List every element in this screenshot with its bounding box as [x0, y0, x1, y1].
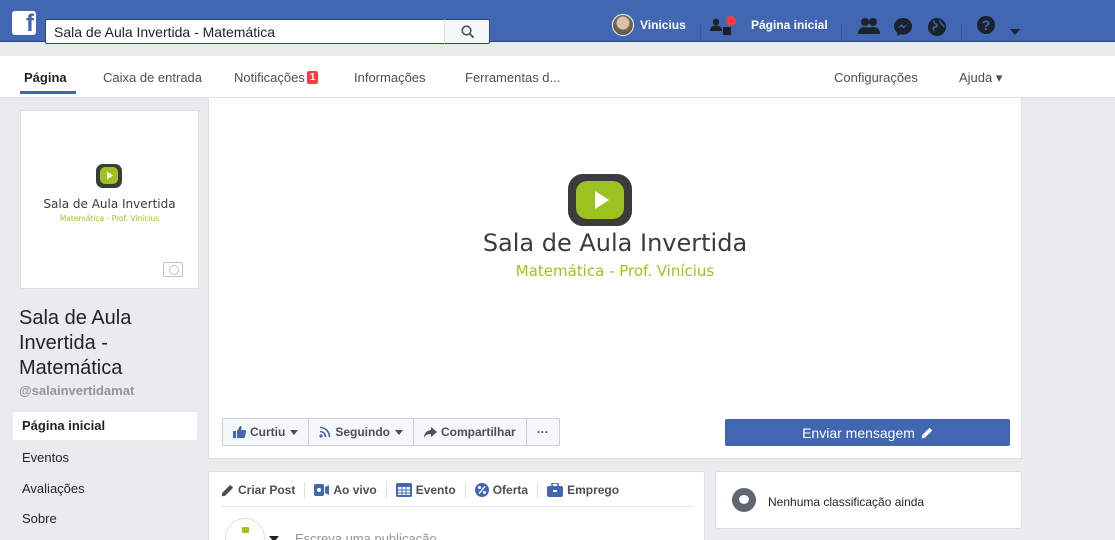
- play-screen-logo-icon: [96, 164, 122, 188]
- rating-card: Nenhuma classificação ainda: [715, 471, 1022, 529]
- tab-notificacoes-label: Notificações: [234, 70, 305, 85]
- page-actions: Curtiu Seguindo Compartilhar ···: [222, 418, 560, 446]
- tab-notificacoes[interactable]: Notificações 1: [234, 70, 319, 85]
- sidebar-item-sobre[interactable]: Sobre: [13, 505, 197, 533]
- user-name: Vinicius: [640, 18, 686, 32]
- tab-caixa-de-entrada[interactable]: Caixa de entrada: [103, 70, 202, 85]
- messenger-icon[interactable]: [893, 17, 913, 37]
- offer-tab[interactable]: Oferta: [474, 483, 529, 497]
- chevron-down-icon: [395, 429, 403, 435]
- share-label: Compartilhar: [441, 425, 516, 439]
- tab-ajuda[interactable]: Ajuda ▾: [959, 70, 1002, 86]
- logo-title: Sala de Aula Invertida: [43, 197, 176, 211]
- divider: [700, 24, 701, 42]
- page-tab-bar: Página Caixa de entrada Notificações 1 In…: [0, 56, 1115, 98]
- account-menu-chevron-down-icon[interactable]: [1010, 29, 1020, 35]
- more-options-button[interactable]: ···: [525, 418, 560, 446]
- tab-ferramentas[interactable]: Ferramentas d...: [465, 70, 560, 85]
- notification-dot: [725, 15, 737, 27]
- post-composer: Criar Post Ao vivo Evento Oferta Emprego…: [208, 471, 705, 540]
- divider: [221, 506, 694, 507]
- cover-logo-subtitle: Matemática - Prof. Vinícius: [515, 262, 715, 280]
- share-arrow-icon: [424, 426, 437, 438]
- logo-subtitle: Matemática - Prof. Vinícius: [59, 214, 160, 223]
- thumbs-up-icon: [233, 426, 246, 438]
- job-tab[interactable]: Emprego: [547, 483, 619, 497]
- chevron-down-icon[interactable]: [269, 536, 279, 540]
- liked-button[interactable]: Curtiu: [222, 418, 309, 446]
- post-input[interactable]: Escreva uma publicação...: [295, 531, 447, 540]
- search-field[interactable]: [45, 19, 444, 44]
- live-video-label: Ao vivo: [333, 483, 377, 497]
- calendar-icon: [395, 483, 412, 497]
- friend-requests-icon[interactable]: [858, 17, 880, 35]
- offer-percent-icon: [474, 483, 489, 497]
- review-bubble-icon: [732, 488, 756, 512]
- divider: [841, 24, 842, 42]
- avatar: [612, 14, 634, 36]
- event-tab[interactable]: Evento: [395, 483, 456, 497]
- active-tab-indicator: [20, 91, 76, 94]
- more-label: ···: [536, 425, 549, 439]
- facebook-logo-icon[interactable]: f: [12, 11, 36, 35]
- user-profile-link[interactable]: Vinicius: [612, 13, 686, 37]
- cover-logo-title: Sala de Aula Invertida: [482, 229, 748, 257]
- job-label: Emprego: [567, 483, 620, 497]
- create-post-label: Criar Post: [238, 483, 296, 497]
- tab-configuracoes[interactable]: Configurações: [834, 70, 918, 85]
- live-video-icon: [314, 484, 330, 496]
- divider: [464, 482, 466, 498]
- home-link[interactable]: Página inicial: [751, 18, 828, 32]
- live-video-tab[interactable]: Ao vivo: [314, 483, 377, 497]
- camera-icon[interactable]: [163, 262, 183, 277]
- search-button[interactable]: [444, 19, 490, 44]
- following-button[interactable]: Seguindo: [308, 418, 413, 446]
- page-title: Sala de Aula Invertida - Matemática: [19, 307, 132, 379]
- send-message-label: Enviar mensagem: [802, 424, 915, 441]
- offer-label: Oferta: [492, 483, 529, 497]
- no-ratings-text: Nenhuma classificação ainda: [768, 495, 925, 509]
- liked-label: Curtiu: [250, 425, 286, 439]
- sidebar-item-avaliacoes[interactable]: Avaliações: [13, 475, 197, 503]
- globe-notifications-icon[interactable]: [927, 17, 947, 37]
- tab-informacoes[interactable]: Informações: [354, 70, 426, 85]
- cover-photo[interactable]: Sala de Aula Invertida Matemática - Prof…: [208, 98, 1022, 459]
- search-icon: [461, 25, 475, 39]
- search-input[interactable]: [46, 20, 444, 43]
- divider: [537, 482, 539, 498]
- chevron-down-icon: [290, 429, 299, 435]
- avatar: [225, 518, 265, 540]
- help-icon[interactable]: ?: [977, 16, 995, 34]
- notification-count-badge: 1: [306, 71, 319, 84]
- pencil-icon: [921, 427, 933, 438]
- sidebar-item-eventos[interactable]: Eventos: [13, 444, 197, 472]
- divider: [961, 24, 962, 42]
- sidebar-item-pagina-inicial[interactable]: Página inicial: [13, 412, 197, 440]
- divider: [385, 482, 387, 498]
- play-screen-logo-icon: [568, 174, 632, 226]
- rss-follow-icon: [319, 426, 331, 438]
- share-button[interactable]: Compartilhar: [413, 418, 526, 446]
- composer-tabs: Criar Post Ao vivo Evento Oferta Emprego: [221, 482, 619, 498]
- briefcase-icon: [547, 483, 564, 497]
- tab-pagina[interactable]: Página: [24, 70, 67, 85]
- page-handle[interactable]: @salainvertidamat: [19, 383, 134, 398]
- create-post-tab[interactable]: Criar Post: [221, 483, 295, 497]
- top-navigation-bar: f Vinicius Página inicial ?: [0, 0, 1115, 44]
- event-label: Evento: [415, 483, 456, 497]
- send-message-button[interactable]: Enviar mensagem: [725, 419, 1010, 446]
- following-label: Seguindo: [335, 425, 390, 439]
- pencil-icon: [221, 484, 234, 496]
- divider: [304, 482, 306, 498]
